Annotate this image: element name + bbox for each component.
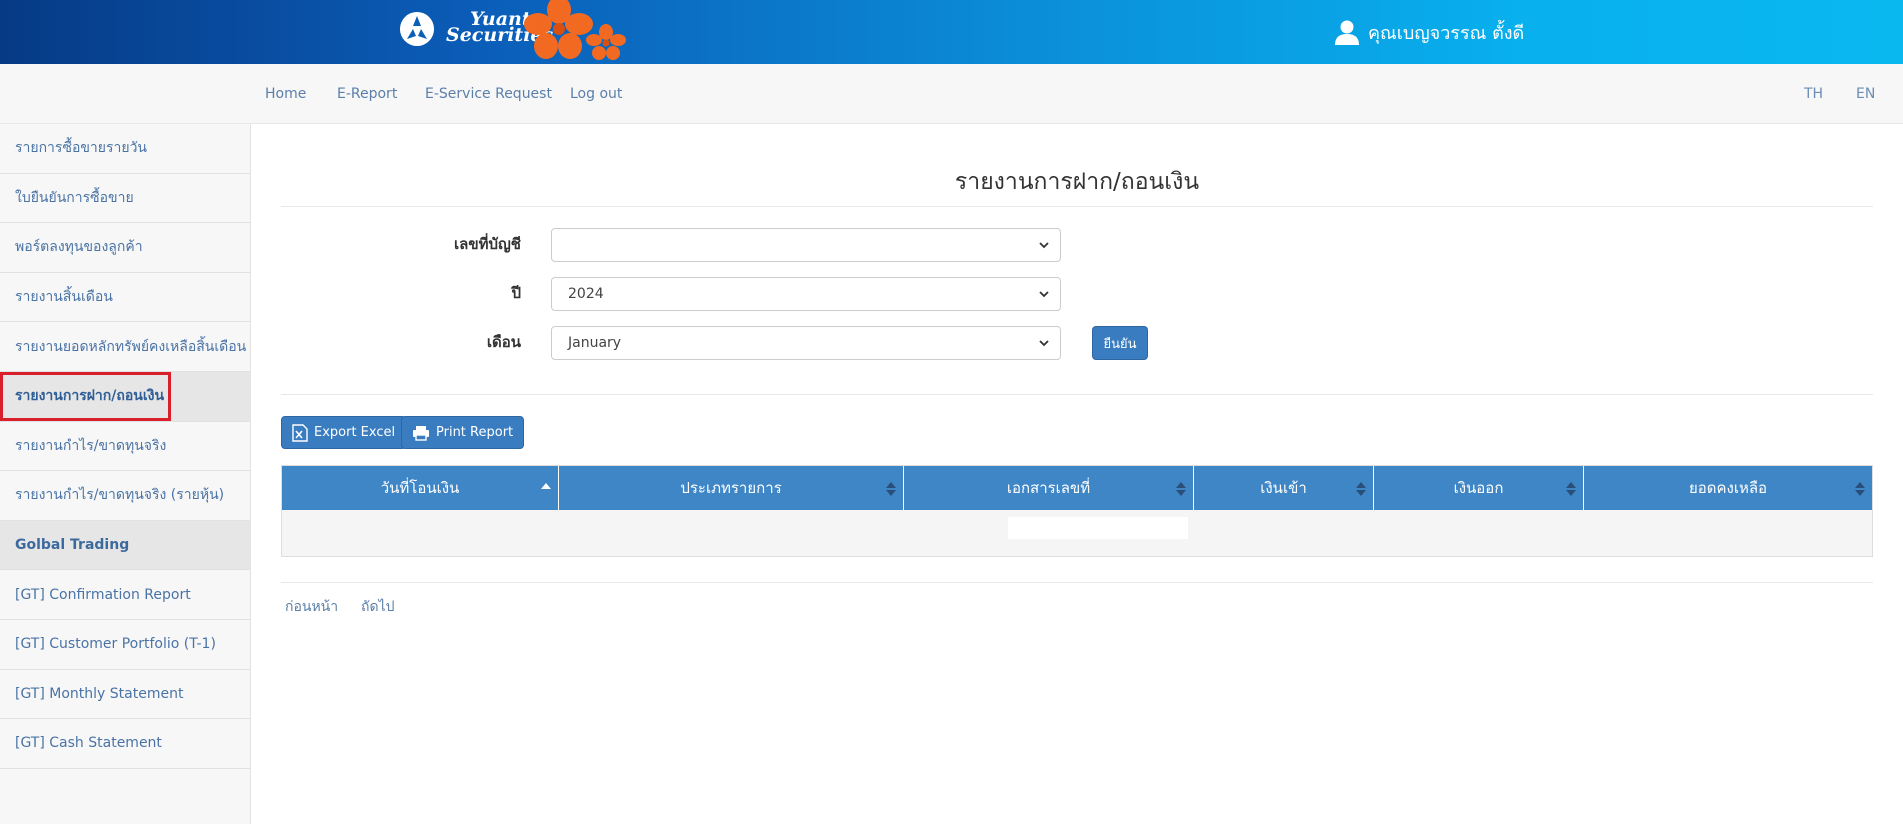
chevron-down-icon — [1039, 340, 1049, 347]
main-content: รายงานการฝาก/ถอนเงิน เลขที่บัญชี ปี 2024… — [251, 124, 1903, 824]
table-body-empty — [282, 510, 1872, 556]
print-report-button[interactable]: Print Report — [401, 416, 525, 449]
table-divider — [281, 582, 1873, 583]
sidebar-item-gt-confirmation[interactable]: [GT] Confirmation Report — [0, 570, 250, 620]
sidebar-item-daily-trades[interactable]: รายการซื้อขายรายวัน — [0, 124, 250, 174]
app-header: Yuanta Securities คุณเบญจวรรณ ตั้งดี — [0, 0, 1903, 64]
column-header-label: เอกสารเลขที่ — [1006, 479, 1091, 497]
page-title: รายงานการฝาก/ถอนเงิน — [954, 169, 1200, 195]
pager-prev-link[interactable]: ก่อนหน้า — [285, 596, 338, 618]
year-label: ปี — [511, 284, 521, 302]
user-name: คุณเบญจวรรณ ตั้งดี — [1368, 22, 1525, 44]
nav-e-report[interactable]: E-Report — [337, 86, 397, 102]
sidebar-item-gt-customer-portfolio[interactable]: [GT] Customer Portfolio (T-1) — [0, 620, 250, 670]
export-excel-button[interactable]: Export Excel — [281, 416, 407, 449]
user-icon — [1335, 20, 1359, 45]
sidebar-item-deposit-withdrawal[interactable]: รายงานการฝาก/ถอนเงิน — [0, 371, 250, 422]
user-profile[interactable]: คุณเบญจวรรณ ตั้งดี — [1334, 12, 1524, 52]
empty-row-placeholder — [1008, 517, 1188, 539]
table-header: วันที่โอนเงิน ประเภทรายการ เอกสารเลขที่ … — [282, 466, 1872, 510]
col-transfer-date[interactable]: วันที่โอนเงิน — [282, 466, 559, 510]
column-header-label: เงินเข้า — [1260, 479, 1307, 497]
column-header-label: ประเภทรายการ — [680, 479, 782, 497]
form-divider — [281, 394, 1873, 395]
top-nav: Home E-Report E-Service Request Log out … — [0, 64, 1903, 124]
sort-icon — [1566, 482, 1576, 496]
nav-log-out[interactable]: Log out — [570, 86, 622, 102]
sort-asc-icon — [541, 483, 551, 489]
column-header-label: วันที่โอนเงิน — [380, 479, 460, 497]
yuanta-logo[interactable]: Yuanta Securities — [398, 0, 638, 64]
year-value: 2024 — [568, 286, 604, 302]
month-value: January — [568, 335, 622, 351]
confirm-button[interactable]: ยืนยัน — [1092, 326, 1148, 360]
column-header-label: ยอดคงเหลือ — [1688, 479, 1768, 497]
sidebar-item-trade-confirmation[interactable]: ใบยืนยันการซื้อขาย — [0, 174, 250, 224]
yuanta-mark-icon — [400, 12, 434, 46]
sidebar-item-month-end-securities[interactable]: รายงานยอดหลักทรัพย์คงเหลือสิ้นเดือน — [0, 322, 250, 372]
title-divider — [281, 206, 1873, 207]
year-select[interactable]: 2024 — [551, 277, 1061, 311]
flower-decoration-icon — [524, 0, 593, 59]
chevron-down-icon — [1039, 291, 1049, 298]
transactions-table: วันที่โอนเงิน ประเภทรายการ เอกสารเลขที่ … — [281, 465, 1873, 557]
sidebar-item-gt-cash-statement[interactable]: [GT] Cash Statement — [0, 719, 250, 769]
active-highlight-box — [0, 371, 171, 421]
month-select[interactable]: January — [551, 326, 1061, 360]
month-label: เดือน — [486, 333, 521, 351]
sort-icon — [1176, 482, 1186, 496]
sidebar-item-gt-monthly-statement[interactable]: [GT] Monthly Statement — [0, 670, 250, 720]
small-flower-icon — [586, 24, 626, 60]
lang-th-link[interactable]: TH — [1804, 86, 1823, 102]
column-header-label: เงินออก — [1453, 479, 1504, 497]
sort-icon — [1356, 482, 1366, 496]
col-balance[interactable]: ยอดคงเหลือ — [1584, 466, 1872, 510]
chevron-down-icon — [1039, 242, 1049, 249]
nav-home[interactable]: Home — [265, 86, 306, 102]
sidebar-item-customer-portfolio[interactable]: พอร์ตลงทุนของลูกค้า — [0, 223, 250, 273]
sort-icon — [1855, 482, 1865, 496]
printer-icon — [413, 425, 429, 441]
sidebar-group-global-trading[interactable]: Golbal Trading — [0, 520, 250, 571]
col-withdrawal[interactable]: เงินออก — [1374, 466, 1584, 510]
account-label: เลขที่บัญชี — [454, 235, 521, 253]
col-deposit[interactable]: เงินเข้า — [1194, 466, 1374, 510]
excel-icon — [292, 423, 308, 442]
print-report-label: Print Report — [436, 425, 514, 440]
pager-next-link[interactable]: ถัดไป — [361, 596, 395, 618]
account-select[interactable] — [551, 228, 1061, 262]
col-document-number[interactable]: เอกสารเลขที่ — [904, 466, 1194, 510]
sidebar-item-realized-pl[interactable]: รายงานกำไร/ขาดทุนจริง — [0, 422, 250, 472]
sidebar: รายการซื้อขายรายวัน ใบยืนยันการซื้อขาย พ… — [0, 124, 251, 824]
sort-icon — [886, 482, 896, 496]
col-transaction-type[interactable]: ประเภทรายการ — [559, 466, 904, 510]
sidebar-item-monthly-report[interactable]: รายงานสิ้นเดือน — [0, 273, 250, 323]
lang-en-link[interactable]: EN — [1856, 86, 1875, 102]
export-excel-label: Export Excel — [314, 425, 396, 440]
sidebar-item-realized-pl-by-stock[interactable]: รายงานกำไร/ขาดทุนจริง (รายหุ้น) — [0, 471, 250, 521]
nav-e-service-request[interactable]: E-Service Request — [425, 86, 552, 102]
